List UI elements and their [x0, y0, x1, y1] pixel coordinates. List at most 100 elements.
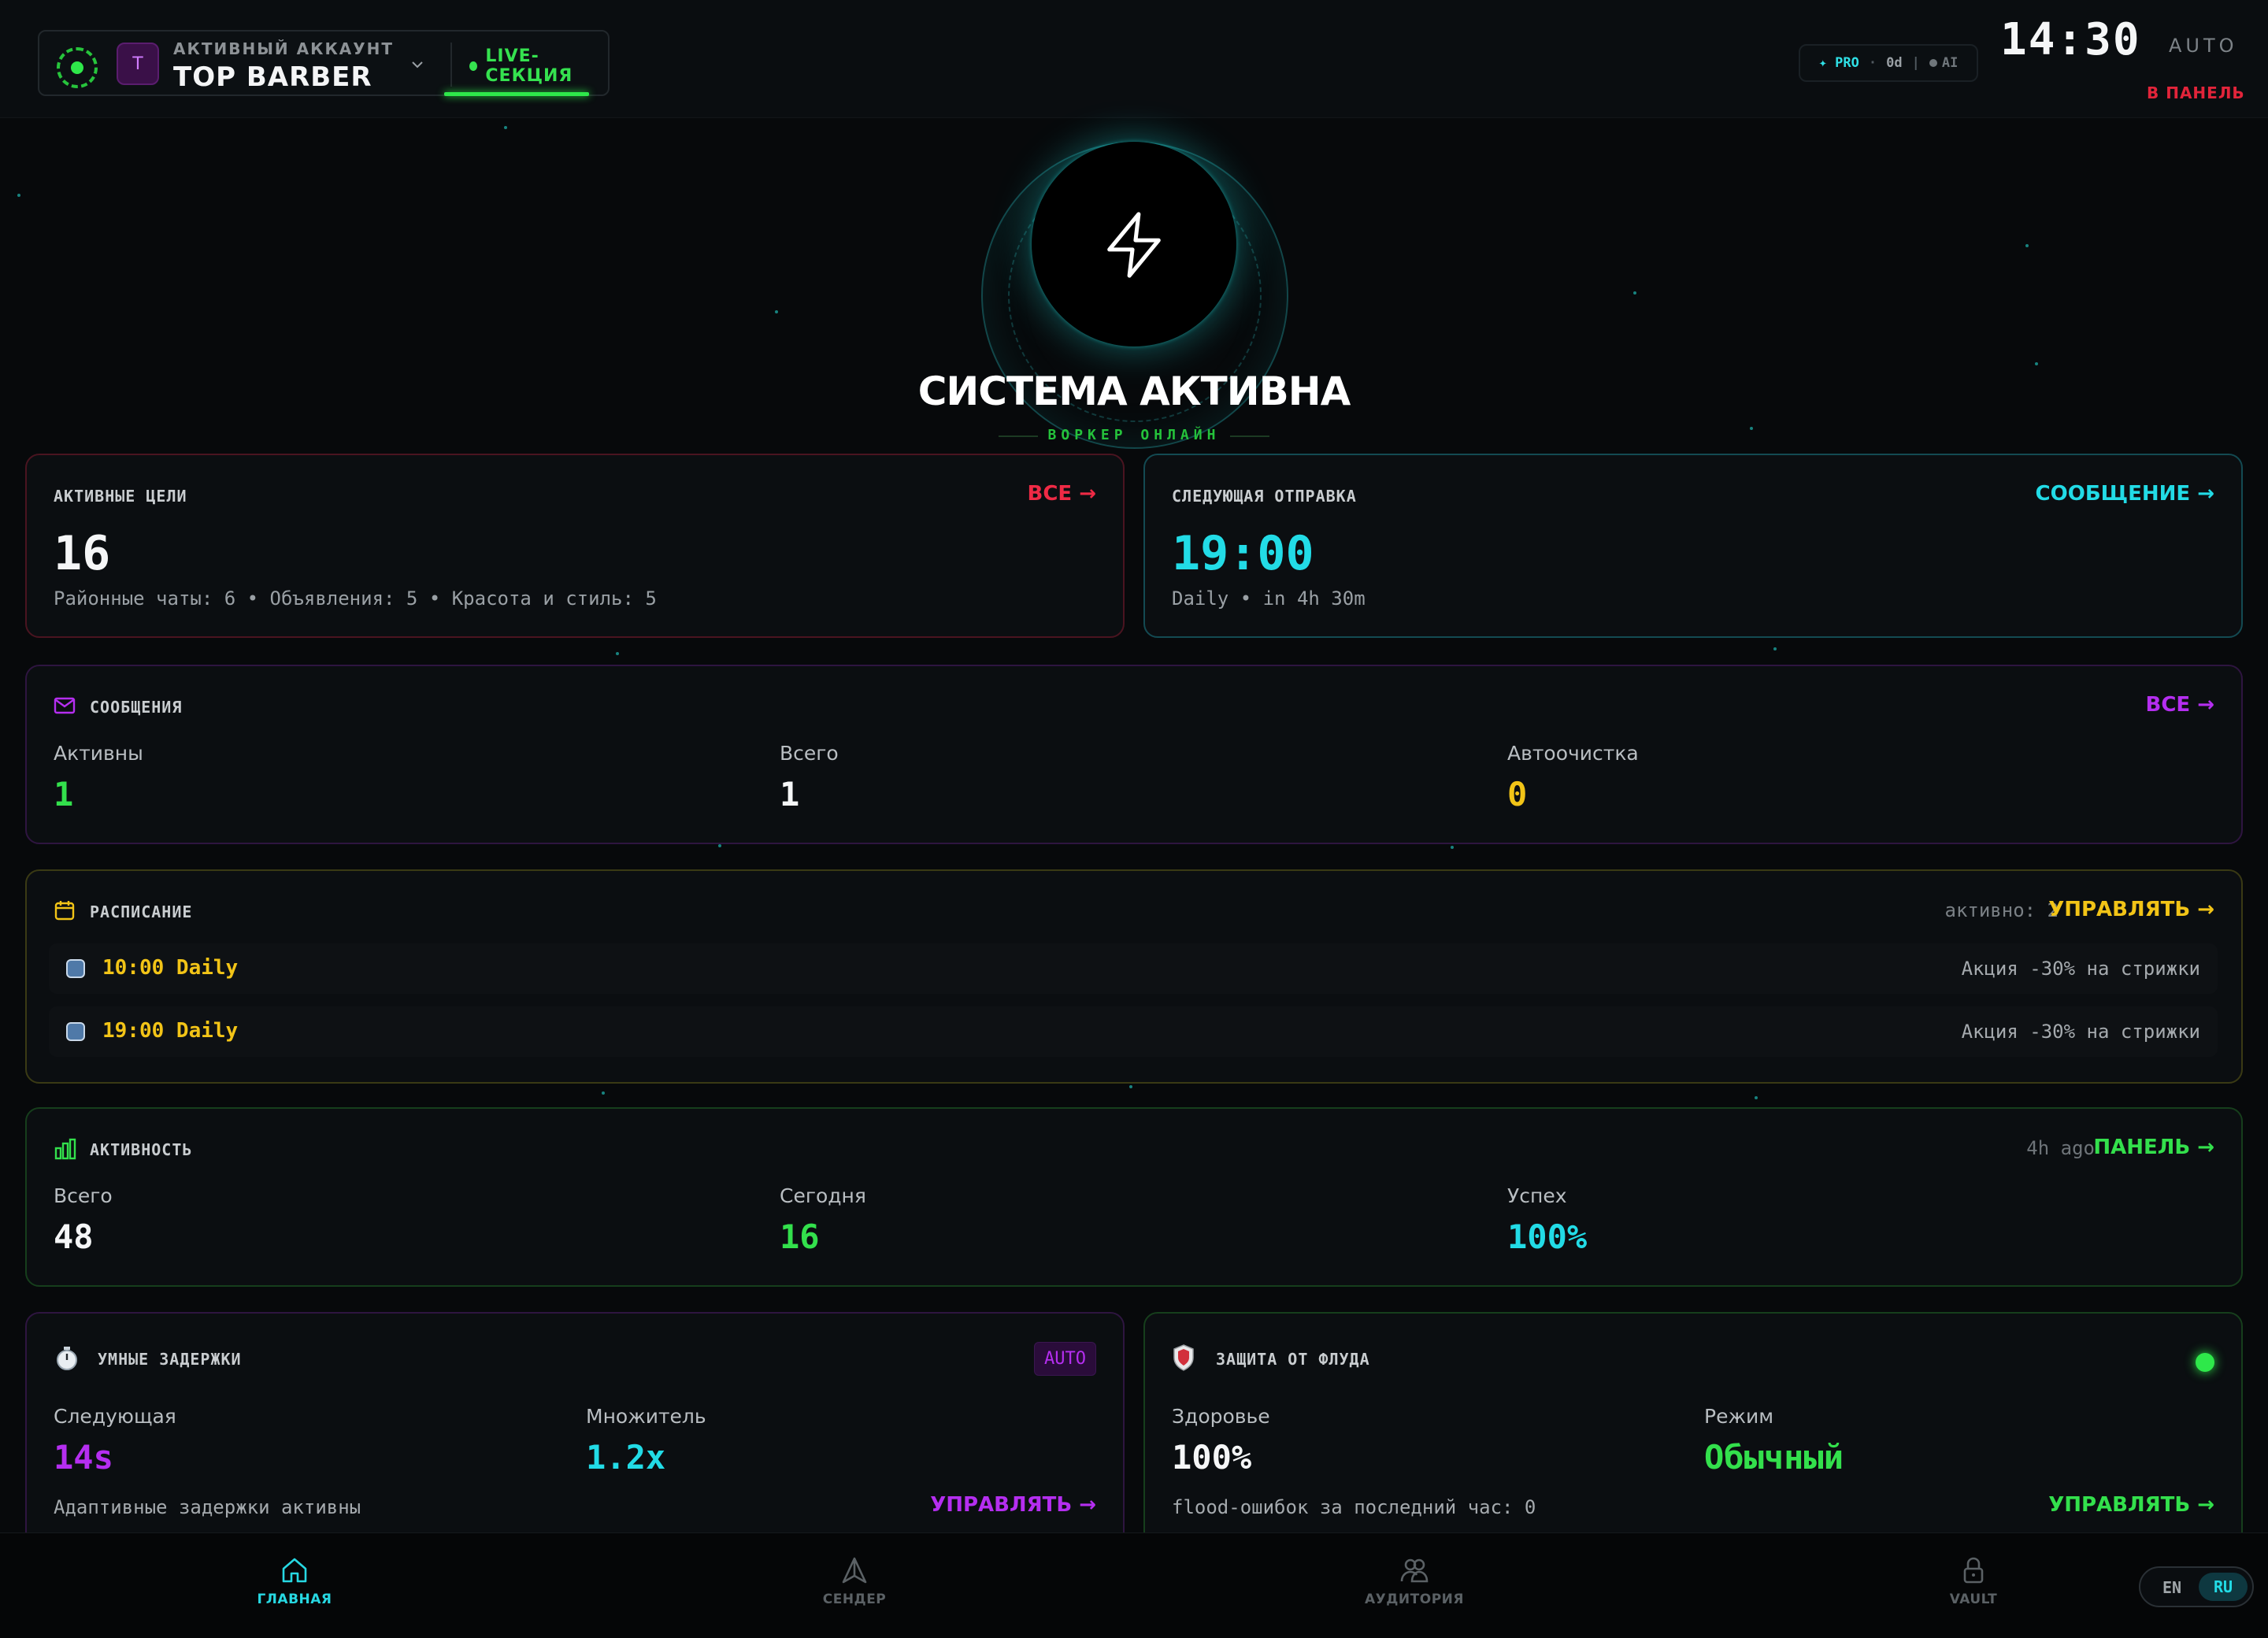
particle [718, 844, 721, 847]
stat-value: 16 [780, 1217, 820, 1256]
live-dot-icon [469, 61, 478, 71]
auto-badge: AUTO [1034, 1342, 1096, 1376]
last-activity-time: 4h ago [2026, 1137, 2095, 1159]
particle [2035, 362, 2038, 365]
particle [602, 1091, 605, 1095]
manage-schedule-link[interactable]: УПРАВЛЯТЬ → [2048, 898, 2214, 921]
schedule-row[interactable]: 10:00 Daily Акция -30% на стрижки [49, 943, 2218, 994]
top-bar: T АКТИВНЫЙ АККАУНТ TOP BARBER LIVE-СЕКЦИ… [0, 0, 2268, 118]
live-section-tab[interactable]: LIVE-СЕКЦИЯ [469, 46, 608, 86]
card-title: СООБЩЕНИЯ [90, 698, 183, 717]
stat-value: 1 [780, 775, 800, 813]
card-title: АКТИВНОСТЬ [90, 1140, 193, 1159]
nav-item-home[interactable]: ГЛАВНАЯ [216, 1555, 373, 1607]
bottom-navigation: ГЛАВНАЯ СЕНДЕР АУДИТОРИЯ VAULT EN RU [0, 1532, 2268, 1638]
live-label: LIVE-СЕКЦИЯ [485, 46, 573, 86]
separator: | [1911, 55, 1920, 71]
plan-status-pill: ✦ PRO · 0d | AI [1799, 44, 1978, 82]
particle [1451, 846, 1454, 849]
nav-item-vault[interactable]: VAULT [1895, 1555, 2052, 1607]
worker-status-icon [57, 47, 98, 88]
repeat-icon [66, 1022, 85, 1041]
ai-label: AI [1941, 55, 1959, 71]
separator: · [1868, 55, 1877, 71]
nav-item-sender[interactable]: СЕНДЕР [776, 1555, 933, 1607]
next-send-time: 19:00 [1172, 526, 1314, 581]
stat-label: Успех [1507, 1184, 1567, 1207]
particle [616, 652, 619, 655]
ai-dot-icon [1929, 59, 1937, 67]
schedule-card: РАСПИСАНИЕ активно: 2 УПРАВЛЯТЬ → 10:00 … [25, 869, 2243, 1084]
calendar-icon [54, 901, 75, 921]
schedule-row[interactable]: 19:00 Daily Акция -30% на стрижки [49, 1006, 2218, 1057]
activity-card: АКТИВНОСТЬ 4h ago ПАНЕЛЬ → Всего 48 Сего… [25, 1107, 2243, 1287]
stat-value: 100% [1507, 1217, 1588, 1256]
all-targets-link[interactable]: ВСЕ → [1028, 482, 1097, 506]
days-counter: 0d [1886, 55, 1903, 71]
nav-label: VAULT [1949, 1592, 1998, 1607]
lang-ru-button[interactable]: RU [2199, 1573, 2248, 1601]
users-icon [1400, 1558, 1429, 1583]
divider [450, 43, 452, 87]
manage-flood-link[interactable]: УПРАВЛЯТЬ → [2048, 1493, 2214, 1517]
particle [1773, 647, 1777, 650]
chevron-down-icon [412, 61, 423, 69]
multiplier-value: 1.2x [586, 1438, 666, 1477]
stat-label: Всего [780, 742, 839, 765]
stat-label: Сегодня [780, 1184, 866, 1207]
account-name: TOP BARBER [173, 61, 372, 93]
particle [2025, 244, 2029, 247]
repeat-icon [66, 959, 85, 978]
schedule-message: Акция -30% на стрижки [1961, 1021, 2200, 1043]
clock: 14:30 [2000, 14, 2141, 65]
stat-label: Автоочистка [1507, 742, 1639, 765]
lock-icon [1963, 1557, 1984, 1584]
stat-value: 48 [54, 1217, 94, 1256]
bar-chart-icon [54, 1138, 76, 1160]
schedule-time: 19:00 Daily [102, 1019, 239, 1043]
lightning-icon [1107, 212, 1161, 278]
stat-label: Режим [1704, 1405, 1774, 1428]
messages-card: СООБЩЕНИЯ ВСЕ → Активны 1 Всего 1 Автооч… [25, 665, 2243, 844]
stopwatch-icon [57, 1347, 77, 1370]
particle [1633, 291, 1636, 295]
message-link[interactable]: СООБЩЕНИЕ → [2036, 482, 2214, 506]
to-panel-link[interactable]: В ПАНЕЛЬ [2147, 83, 2245, 102]
account-switcher[interactable]: T АКТИВНЫЙ АККАУНТ TOP BARBER LIVE-СЕКЦИ… [38, 30, 610, 96]
language-switcher[interactable]: EN RU [2139, 1566, 2254, 1607]
stat-value: 0 [1507, 775, 1528, 813]
next-send-detail: Daily • in 4h 30m [1172, 587, 1366, 610]
card-title: УМНЫЕ ЗАДЕРЖКИ [98, 1350, 242, 1369]
system-status-title: СИСТЕМА АКТИВНА [917, 369, 1351, 414]
schedule-time: 10:00 Daily [102, 956, 239, 980]
all-messages-link[interactable]: ВСЕ → [2146, 693, 2215, 717]
stat-value: 1 [54, 775, 74, 813]
pro-badge: ✦ PRO [1818, 55, 1859, 71]
health-status-dot [2196, 1353, 2214, 1372]
nav-item-audience[interactable]: АУДИТОРИЯ [1336, 1555, 1493, 1607]
active-schedule-count: активно: 2 [1944, 899, 2059, 921]
lang-en-button[interactable]: EN [2150, 1576, 2194, 1599]
card-title: РАСПИСАНИЕ [90, 902, 193, 921]
shield-icon [1173, 1344, 1194, 1371]
panel-link[interactable]: ПАНЕЛЬ → [2093, 1136, 2214, 1159]
card-title: СЛЕДУЮЩАЯ ОТПРАВКА [1172, 487, 1357, 506]
targets-count: 16 [54, 526, 111, 581]
stat-label: Всего [54, 1184, 113, 1207]
nav-label: АУДИТОРИЯ [1365, 1592, 1464, 1607]
account-label: АКТИВНЫЙ АККАУНТ [173, 39, 395, 58]
flood-protection-card: ЗАЩИТА ОТ ФЛУДА Здоровье 100% Режим Обыч… [1143, 1312, 2243, 1548]
schedule-message: Акция -30% на стрижки [1961, 958, 2200, 980]
nav-label: СЕНДЕР [822, 1592, 887, 1607]
card-title: ЗАЩИТА ОТ ФЛУДА [1216, 1350, 1370, 1369]
ai-status: AI [1929, 55, 1958, 71]
smart-delays-card: УМНЫЕ ЗАДЕРЖКИ AUTO Следующая 14s Множит… [25, 1312, 1125, 1548]
particle [504, 126, 507, 129]
card-title: АКТИВНЫЕ ЦЕЛИ [54, 487, 187, 506]
auto-mode-label: AUTO [2169, 35, 2238, 57]
send-icon [842, 1557, 867, 1584]
manage-delays-link[interactable]: УПРАВЛЯТЬ → [930, 1493, 1096, 1517]
mode-value: Обычный [1704, 1438, 1844, 1477]
active-targets-card: АКТИВНЫЕ ЦЕЛИ ВСЕ → 16 Районные чаты: 6 … [25, 454, 1125, 638]
mail-icon [54, 697, 76, 714]
